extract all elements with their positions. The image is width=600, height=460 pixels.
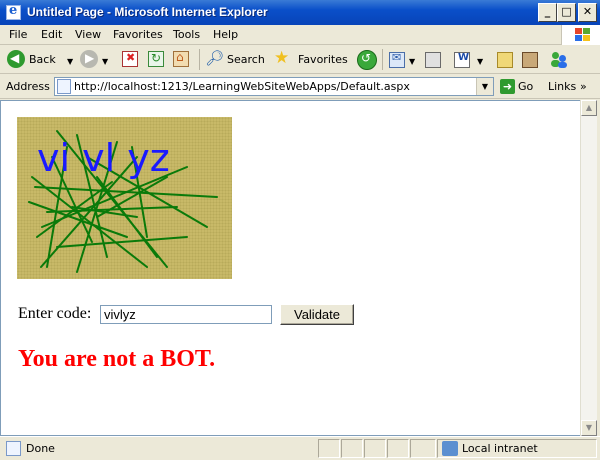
windows-logo-icon (561, 25, 600, 45)
edit-icon[interactable]: W (454, 52, 470, 68)
validate-button[interactable]: Validate (280, 304, 354, 325)
search-button[interactable]: 🔎︎ Search (203, 49, 269, 70)
window-title: Untitled Page - Microsoft Internet Explo… (27, 5, 268, 19)
menu-help[interactable]: Help (213, 28, 238, 41)
page-icon (57, 79, 71, 94)
ie-logo-icon (6, 3, 21, 20)
go-arrow-icon[interactable]: ➜ (500, 79, 515, 94)
standard-toolbar: ◀ Back ▼ ▶ ▼ ✖ ↻ ⌂ 🔎︎ Search ★ Favorites… (0, 45, 600, 74)
address-dropdown-icon[interactable]: ▼ (476, 78, 493, 95)
history-icon[interactable]: ↺ (357, 50, 377, 70)
page-status-icon (6, 441, 21, 456)
vertical-scrollbar[interactable]: ▲ ▼ (580, 100, 597, 436)
scroll-up-icon[interactable]: ▲ (581, 100, 597, 116)
status-text: Done (26, 442, 55, 455)
back-button[interactable]: ◀ Back ▼ (4, 49, 76, 70)
back-dropdown-icon[interactable]: ▼ (67, 57, 73, 66)
print-icon[interactable] (425, 52, 441, 68)
mail-dropdown-icon[interactable]: ▼ (409, 57, 415, 66)
menu-file[interactable]: File (9, 28, 27, 41)
address-url[interactable]: http://localhost:1213/LearningWebSiteWeb… (74, 80, 410, 93)
menu-edit[interactable]: Edit (41, 28, 62, 41)
status-panel (364, 439, 386, 458)
favorites-button[interactable]: ★ Favorites (272, 48, 352, 70)
stop-icon[interactable]: ✖ (122, 51, 138, 67)
forward-icon: ▶ (80, 50, 98, 68)
menu-favorites[interactable]: Favorites (113, 28, 163, 41)
status-panel (410, 439, 436, 458)
captcha-drawing: vi vl yz (28, 130, 218, 273)
mail-icon[interactable]: ✉ (389, 51, 405, 68)
status-panel (318, 439, 340, 458)
favorites-icon: ★ (274, 48, 290, 68)
back-icon: ◀ (7, 50, 25, 68)
search-icon: 🔎︎ (205, 49, 225, 67)
local-intranet-icon (442, 441, 458, 456)
address-input[interactable]: http://localhost:1213/LearningWebSiteWeb… (54, 77, 494, 96)
edit-dropdown-icon[interactable]: ▼ (477, 57, 483, 66)
status-panel (341, 439, 363, 458)
close-button[interactable]: ✕ (578, 3, 597, 22)
address-label: Address (6, 80, 50, 93)
menu-view[interactable]: View (75, 28, 101, 41)
go-button[interactable]: Go (518, 80, 533, 93)
maximize-button[interactable]: □ (557, 3, 576, 22)
minimize-button[interactable]: _ (538, 3, 557, 22)
address-bar: Address http://localhost:1213/LearningWe… (0, 74, 600, 99)
search-label: Search (227, 53, 265, 66)
result-message: You are not a BOT. (18, 346, 216, 372)
links-button[interactable]: Links (548, 80, 576, 93)
menu-bar: File Edit View Favorites Tools Help (0, 25, 600, 45)
favorites-label: Favorites (298, 53, 348, 66)
status-bar: Done Local intranet (0, 436, 600, 460)
research-icon[interactable] (522, 52, 538, 68)
back-label: Back (29, 53, 56, 66)
zone-text: Local intranet (462, 442, 538, 455)
links-chevron-icon[interactable]: » (580, 80, 587, 93)
discuss-icon[interactable] (497, 52, 513, 68)
enter-code-label: Enter code: (18, 305, 92, 322)
toolbar-separator (382, 49, 383, 70)
captcha-text: vi vl yz (37, 136, 170, 180)
toolbar-separator (199, 49, 200, 70)
status-panel (387, 439, 409, 458)
refresh-icon[interactable]: ↻ (148, 51, 164, 67)
title-bar: Untitled Page - Microsoft Internet Explo… (0, 0, 600, 25)
forward-dropdown-icon[interactable]: ▼ (102, 57, 108, 66)
code-input[interactable]: vivlyz (100, 305, 272, 324)
page-content: vi vl yz Enter code: vivlyz Validate You… (0, 100, 580, 436)
menu-tools[interactable]: Tools (173, 28, 200, 41)
captcha-image: vi vl yz (17, 117, 232, 279)
home-icon[interactable]: ⌂ (173, 50, 189, 67)
forward-button[interactable]: ▶ ▼ (78, 49, 112, 70)
messenger-icon[interactable] (550, 51, 568, 69)
scroll-down-icon[interactable]: ▼ (581, 420, 597, 436)
